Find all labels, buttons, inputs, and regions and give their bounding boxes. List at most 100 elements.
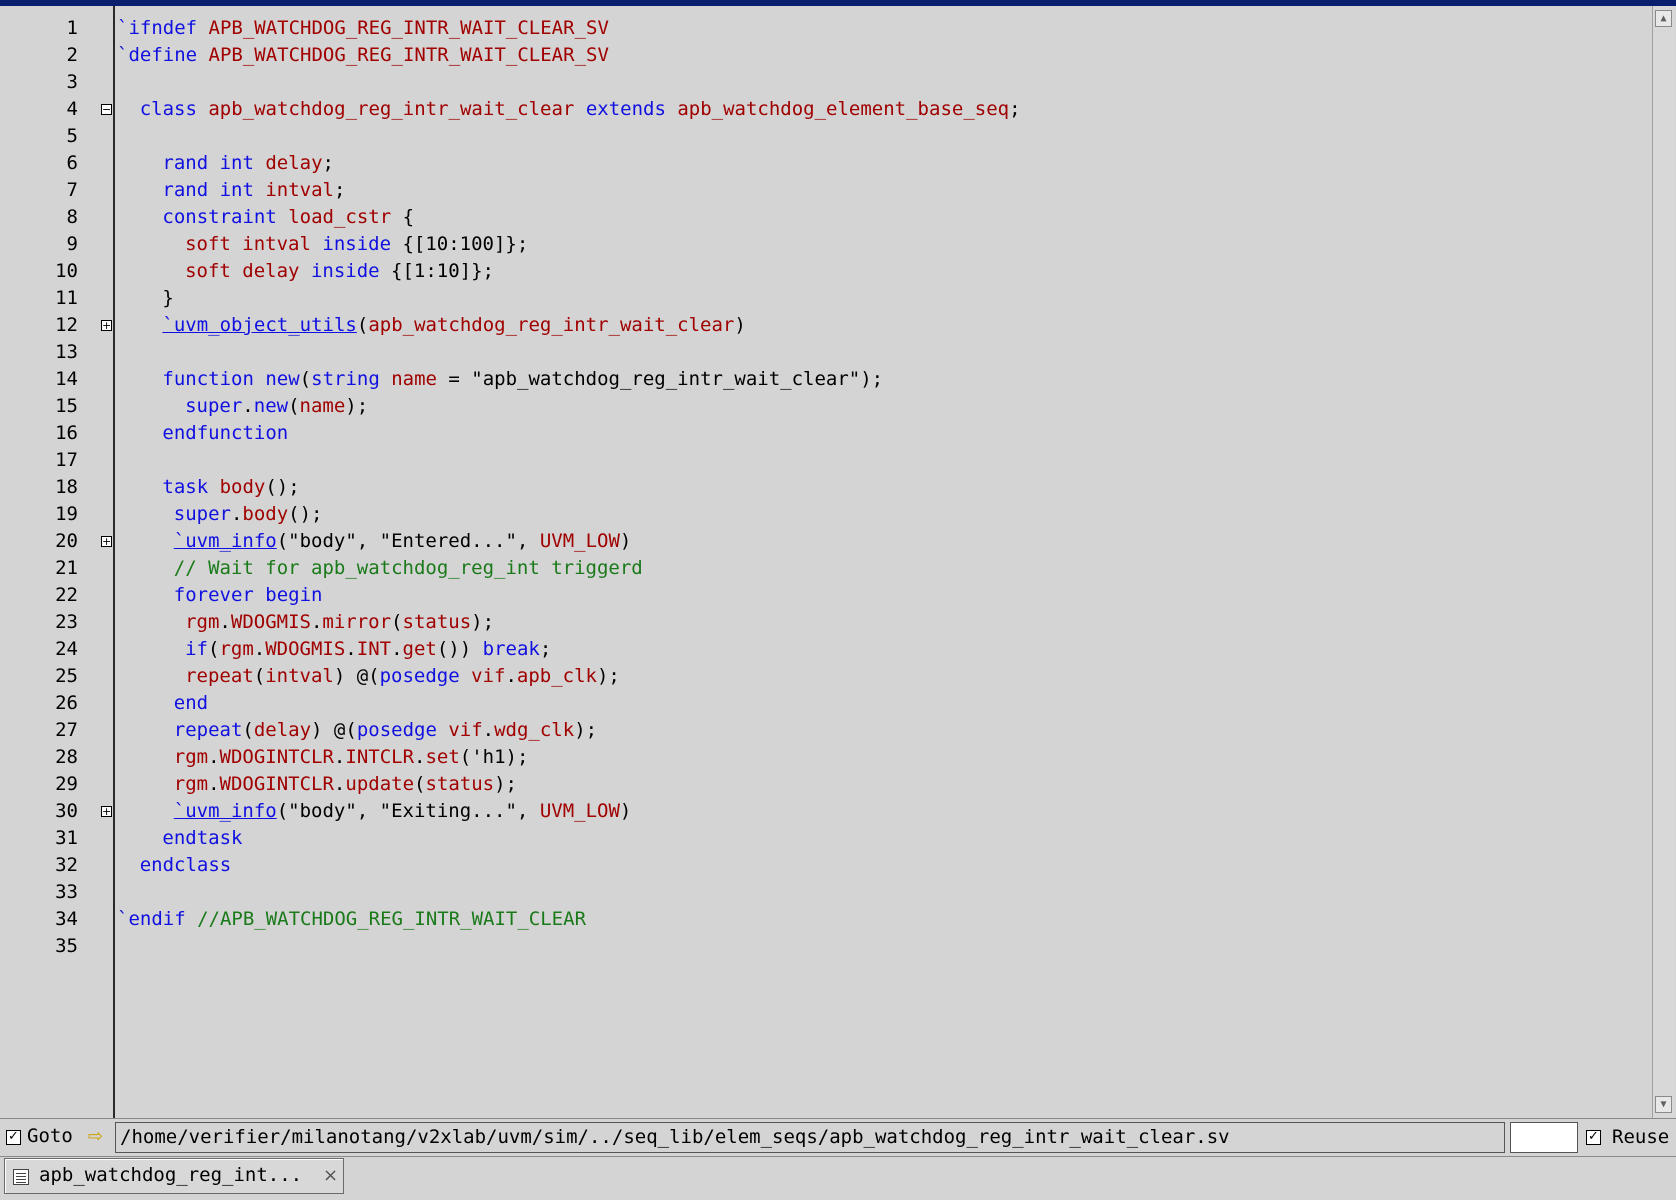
code-token: ); — [596, 665, 620, 687]
code-token: endfunction — [162, 422, 289, 444]
code-token: . — [310, 611, 323, 633]
code-token: . — [505, 665, 517, 687]
code-token: INT — [356, 638, 392, 660]
code-token: mirror — [322, 611, 392, 633]
code-token: . — [253, 638, 266, 660]
code-token: get — [402, 638, 437, 660]
code-token: inside — [322, 233, 403, 255]
code-token: endtask — [162, 827, 243, 849]
macro-link[interactable]: `uvm_info — [174, 530, 277, 552]
vertical-scrollbar[interactable]: ▲ ▼ — [1652, 6, 1675, 1118]
line-number: 18 — [55, 476, 78, 498]
code-token: rgm — [173, 773, 209, 795]
code-token: ( — [253, 665, 266, 687]
code-token: . — [208, 773, 220, 795]
line-number: 3 — [66, 71, 78, 93]
line-number: 22 — [55, 584, 78, 606]
code-editor[interactable]: `ifndef APB_WATCHDOG_REG_INTR_WAIT_CLEAR… — [117, 6, 1652, 1118]
code-line: task body(); — [162, 474, 299, 501]
code-line: `endif //APB_WATCHDOG_REG_INTR_WAIT_CLEA… — [117, 906, 586, 933]
code-token: . — [414, 746, 426, 768]
code-token: } — [162, 287, 174, 309]
code-line: class apb_watchdog_reg_intr_wait_clear e… — [140, 96, 1021, 123]
arrow-right-icon[interactable]: ⇨ — [88, 1126, 103, 1147]
code-token: ( — [391, 611, 403, 633]
line-number: 15 — [55, 395, 78, 417]
line-number: 20 — [55, 530, 78, 552]
line-number: 11 — [55, 287, 78, 309]
line-number: 8 — [66, 206, 78, 228]
code-token: APB_WATCHDOG_REG_INTR_WAIT_CLEAR_SV — [208, 17, 609, 39]
scroll-up-button[interactable]: ▲ — [1655, 10, 1672, 27]
code-line: `uvm_info("body", "Exiting...", UVM_LOW) — [174, 798, 632, 825]
line-number: 32 — [55, 854, 78, 876]
code-line: rand int delay; — [162, 150, 334, 177]
code-line: endfunction — [162, 420, 288, 447]
fold-expand-icon[interactable]: + — [101, 320, 112, 331]
line-number: 23 — [55, 611, 78, 633]
scroll-down-button[interactable]: ▼ — [1655, 1096, 1672, 1113]
code-token: INTCLR — [345, 746, 415, 768]
line-number: 13 — [55, 341, 78, 363]
tab-file[interactable]: apb_watchdog_reg_int... × — [4, 1158, 344, 1194]
code-token: . — [345, 638, 357, 660]
code-token: `ifndef — [117, 17, 209, 39]
code-token: . — [391, 638, 403, 660]
line-input-field[interactable] — [1510, 1122, 1578, 1153]
reuse-checkbox[interactable]: ✓ — [1586, 1130, 1601, 1145]
code-line: `ifndef APB_WATCHDOG_REG_INTR_WAIT_CLEAR… — [117, 15, 609, 42]
code-token: vif — [448, 719, 483, 741]
code-token: ; — [539, 638, 552, 660]
code-token: ("body", "Exiting...", — [276, 800, 540, 822]
fold-expand-icon[interactable]: + — [101, 806, 112, 817]
close-icon[interactable]: × — [323, 1165, 338, 1186]
code-token: apb_watchdog_reg_intr_wait_clear — [368, 314, 735, 336]
code-line: } — [162, 285, 173, 312]
status-bar: ✓ Goto ⇨ /home/verifier/milanotang/v2xla… — [0, 1118, 1676, 1157]
code-token: name — [299, 395, 346, 417]
code-line: soft intval inside {[10:100]}; — [185, 231, 528, 258]
code-token: inside — [310, 260, 392, 282]
goto-checkbox[interactable]: ✓ — [6, 1130, 21, 1145]
code-line: forever begin — [174, 582, 323, 609]
code-token: . — [230, 503, 243, 525]
document-icon — [13, 1169, 29, 1185]
line-number: 2 — [66, 44, 78, 66]
code-token: function new — [162, 368, 300, 390]
code-token: . — [333, 746, 346, 768]
fold-expand-icon[interactable]: + — [101, 536, 112, 547]
line-number: 35 — [55, 935, 78, 957]
code-token: repeat — [185, 665, 254, 687]
line-number: 16 — [55, 422, 78, 444]
code-line: end — [174, 690, 208, 717]
code-token: ( — [356, 314, 369, 336]
line-number: 14 — [55, 368, 78, 390]
code-token: rgm — [185, 611, 220, 633]
code-token: {[1:10]}; — [391, 260, 494, 282]
code-token: (); — [288, 503, 323, 525]
fold-collapse-icon[interactable]: − — [101, 104, 112, 115]
code-token: ); — [494, 773, 517, 795]
code-token: rgm — [173, 746, 209, 768]
code-token: task — [162, 476, 220, 498]
code-token: ('h1); — [459, 746, 529, 768]
line-number: 19 — [55, 503, 78, 525]
code-token: ( — [299, 368, 312, 390]
code-token: posedge — [379, 665, 472, 687]
file-path-field[interactable]: /home/verifier/milanotang/v2xlab/uvm/sim… — [115, 1122, 1505, 1153]
code-token: ) — [619, 530, 632, 552]
code-token: set — [425, 746, 460, 768]
code-token: apb_clk — [516, 665, 597, 687]
code-token: . — [242, 395, 254, 417]
line-number: 12 — [55, 314, 78, 336]
line-number-gutter: 1 2 3 4−5 6 7 8 9 10 11 12 +13 14 15 16 17 18 19 20 +21 22 23… — [2, 6, 115, 1118]
macro-link[interactable]: `uvm_info — [174, 800, 277, 822]
code-token: ( — [414, 773, 426, 795]
code-token: intval — [265, 179, 334, 201]
code-token: ) @( — [333, 665, 380, 687]
line-number: 33 — [55, 881, 78, 903]
code-token: constraint — [162, 206, 289, 228]
code-token: WDOGINTCLR — [219, 746, 334, 768]
code-token: {[10:100]}; — [402, 233, 529, 255]
macro-link[interactable]: `uvm_object_utils — [162, 314, 356, 336]
